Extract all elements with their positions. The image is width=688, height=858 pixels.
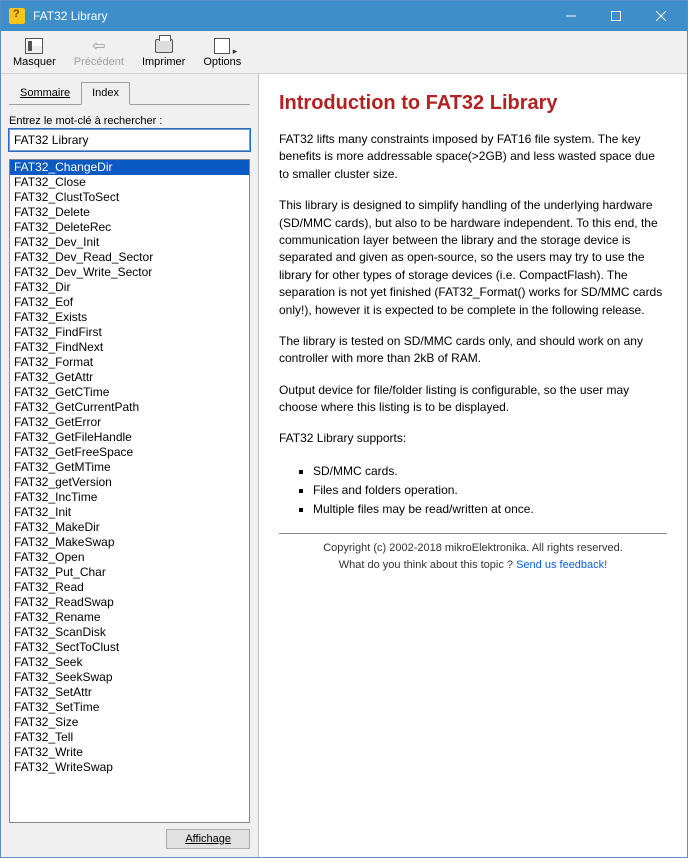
list-item[interactable]: FAT32_FindFirst xyxy=(10,325,249,340)
print-button[interactable]: Imprimer xyxy=(136,34,191,70)
printer-icon xyxy=(155,39,173,53)
list-item[interactable]: FAT32_GetError xyxy=(10,415,249,430)
list-item: Files and folders operation. xyxy=(313,481,667,500)
list-item[interactable]: FAT32_GetCTime xyxy=(10,385,249,400)
list-item[interactable]: FAT32_WriteSwap xyxy=(10,760,249,775)
list-item[interactable]: FAT32_Put_Char xyxy=(10,565,249,580)
paragraph: Output device for file/folder listing is… xyxy=(279,382,667,417)
list-item[interactable]: FAT32_Seek xyxy=(10,655,249,670)
paragraph: This library is designed to simplify han… xyxy=(279,197,667,319)
footer: Copyright (c) 2002-2018 mikroElektronika… xyxy=(279,540,667,573)
list-item[interactable]: FAT32_Size xyxy=(10,715,249,730)
list-item[interactable]: FAT32_MakeSwap xyxy=(10,535,249,550)
list-item[interactable]: FAT32_Open xyxy=(10,550,249,565)
list-item[interactable]: FAT32_Dir xyxy=(10,280,249,295)
list-item[interactable]: FAT32_Dev_Read_Sector xyxy=(10,250,249,265)
list-item[interactable]: FAT32_ScanDisk xyxy=(10,625,249,640)
display-button[interactable]: Affichage xyxy=(166,829,250,849)
window-title: FAT32 Library xyxy=(33,9,548,23)
list-item[interactable]: FAT32_Format xyxy=(10,355,249,370)
list-item[interactable]: FAT32_Read xyxy=(10,580,249,595)
list-item[interactable]: FAT32_Delete xyxy=(10,205,249,220)
paragraph: FAT32 Library supports: xyxy=(279,430,667,447)
close-button[interactable] xyxy=(638,2,683,30)
title-bar: FAT32 Library xyxy=(1,1,687,31)
back-button: ⇦ Précédent xyxy=(68,34,130,70)
tab-index[interactable]: Index xyxy=(81,82,130,105)
tab-strip: Sommaire Index xyxy=(9,82,250,105)
list-item[interactable]: FAT32_SeekSwap xyxy=(10,670,249,685)
list-item[interactable]: FAT32_GetAttr xyxy=(10,370,249,385)
list-item[interactable]: FAT32_ChangeDir xyxy=(10,160,249,175)
list-item[interactable]: FAT32_Rename xyxy=(10,610,249,625)
paragraph: FAT32 lifts many constraints imposed by … xyxy=(279,131,667,183)
maximize-button[interactable] xyxy=(593,2,638,30)
list-item[interactable]: FAT32_Eof xyxy=(10,295,249,310)
list-item[interactable]: FAT32_Dev_Init xyxy=(10,235,249,250)
list-item[interactable]: FAT32_Exists xyxy=(10,310,249,325)
feedback-prompt: What do you think about this topic ? xyxy=(339,559,516,571)
list-item[interactable]: FAT32_getVersion xyxy=(10,475,249,490)
content-pane: Introduction to FAT32 Library FAT32 lift… xyxy=(259,74,687,857)
hide-button[interactable]: Masquer xyxy=(7,34,62,70)
list-item[interactable]: FAT32_SectToClust xyxy=(10,640,249,655)
options-button[interactable]: Options xyxy=(197,34,247,70)
app-icon xyxy=(9,8,25,24)
list-item[interactable]: FAT32_FindNext xyxy=(10,340,249,355)
list-item[interactable]: FAT32_Init xyxy=(10,505,249,520)
list-item[interactable]: FAT32_ReadSwap xyxy=(10,595,249,610)
list-item[interactable]: FAT32_MakeDir xyxy=(10,520,249,535)
divider xyxy=(279,533,667,534)
tab-summary[interactable]: Sommaire xyxy=(9,82,81,104)
search-label: Entrez le mot-clé à rechercher : xyxy=(9,115,250,127)
list-item: Multiple files may be read/written at on… xyxy=(313,500,667,519)
copyright-text: Copyright (c) 2002-2018 mikroElektronika… xyxy=(323,542,623,554)
list-item[interactable]: FAT32_GetFreeSpace xyxy=(10,445,249,460)
list-item[interactable]: FAT32_SetAttr xyxy=(10,685,249,700)
list-item[interactable]: FAT32_ClustToSect xyxy=(10,190,249,205)
navigation-pane: Sommaire Index Entrez le mot-clé à reche… xyxy=(1,74,259,857)
list-item[interactable]: FAT32_Dev_Write_Sector xyxy=(10,265,249,280)
list-item[interactable]: FAT32_SetTime xyxy=(10,700,249,715)
options-icon xyxy=(214,38,230,54)
minimize-button[interactable] xyxy=(548,2,593,30)
page-title: Introduction to FAT32 Library xyxy=(279,92,667,115)
list-item[interactable]: FAT32_DeleteRec xyxy=(10,220,249,235)
list-item[interactable]: FAT32_GetFileHandle xyxy=(10,430,249,445)
back-arrow-icon: ⇦ xyxy=(92,36,105,56)
feedback-link[interactable]: Send us feedback! xyxy=(516,559,607,571)
toolbar: Masquer ⇦ Précédent Imprimer Options xyxy=(1,31,687,74)
list-item[interactable]: FAT32_IncTime xyxy=(10,490,249,505)
list-item[interactable]: FAT32_GetCurrentPath xyxy=(10,400,249,415)
hide-icon xyxy=(25,38,43,54)
index-listbox[interactable]: FAT32_ChangeDirFAT32_CloseFAT32_ClustToS… xyxy=(9,159,250,823)
list-item: SD/MMC cards. xyxy=(313,462,667,481)
paragraph: The library is tested on SD/MMC cards on… xyxy=(279,333,667,368)
list-item[interactable]: FAT32_Write xyxy=(10,745,249,760)
list-item[interactable]: FAT32_Tell xyxy=(10,730,249,745)
keyword-input[interactable] xyxy=(9,129,250,151)
list-item[interactable]: FAT32_GetMTime xyxy=(10,460,249,475)
list-item[interactable]: FAT32_Close xyxy=(10,175,249,190)
feature-list: SD/MMC cards.Files and folders operation… xyxy=(313,462,667,520)
